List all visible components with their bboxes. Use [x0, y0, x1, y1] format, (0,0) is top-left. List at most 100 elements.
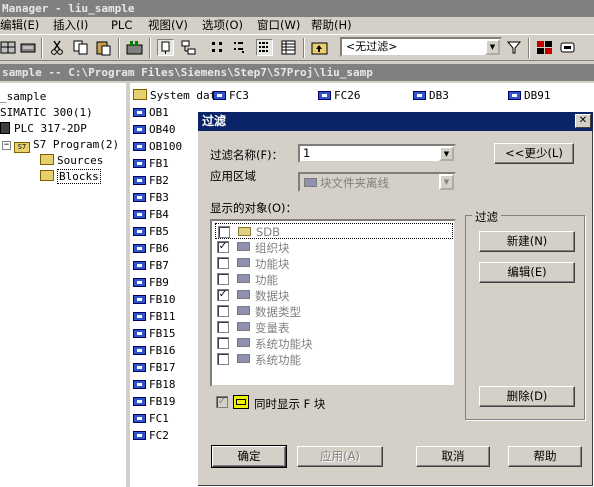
block-list-item[interactable]: FB2 [133, 173, 169, 188]
object-item[interactable]: 功能 [215, 271, 453, 287]
ok-button[interactable]: 确定 [211, 445, 287, 468]
filter-name-select[interactable]: 1 ▼ [298, 144, 456, 163]
help-button[interactable]: 帮助 [508, 446, 582, 467]
details-view-icon[interactable] [280, 39, 297, 56]
block-name: FB4 [149, 208, 169, 221]
block-list-item[interactable]: System data [133, 88, 223, 103]
list-view-icon[interactable] [256, 39, 273, 56]
block-list-item[interactable]: FC2 [133, 428, 169, 443]
object-checkbox[interactable] [218, 226, 230, 238]
object-item[interactable]: 功能块 [215, 255, 453, 271]
tree-item-program[interactable]: − S7 S7 Program(2) [2, 137, 119, 153]
menu-view[interactable]: 视图(V) [148, 17, 188, 34]
network-icon[interactable] [180, 39, 197, 56]
block-list-item[interactable]: FB6 [133, 241, 169, 256]
block-list-item[interactable]: FC3 [213, 88, 249, 103]
tree-item-label: Sources [57, 154, 104, 167]
menu-options[interactable]: 选项(O) [202, 17, 243, 34]
memory-card-icon[interactable] [19, 39, 36, 56]
object-label: 数据类型 [255, 305, 301, 319]
filter-name-label: 过滤名称(F)： [210, 148, 284, 162]
edit-button[interactable]: 编辑(E) [479, 262, 575, 283]
filter-group-label: 过滤 [472, 209, 501, 225]
block-list-item[interactable]: DB3 [413, 88, 449, 103]
hardware-icon[interactable] [536, 39, 553, 56]
filter-icon[interactable] [506, 39, 523, 56]
block-list-item[interactable]: OB100 [133, 139, 182, 154]
copy-icon[interactable] [72, 39, 89, 56]
menu-insert[interactable]: 插入(I) [53, 17, 88, 34]
block-list-item[interactable]: DB91 [508, 88, 551, 103]
show-f-checkbox[interactable]: ✓ [216, 396, 228, 408]
block-list-item[interactable]: FB18 [133, 377, 176, 392]
small-icons-icon[interactable] [232, 39, 249, 56]
block-name: OB40 [149, 123, 176, 136]
chevron-down-icon[interactable]: ▼ [485, 39, 500, 55]
tree-item-label: Blocks [57, 169, 101, 184]
delete-button[interactable]: 删除(D) [479, 386, 575, 407]
block-list-item[interactable]: OB1 [133, 105, 169, 120]
object-checkbox[interactable] [217, 321, 229, 333]
block-list-item[interactable]: FC1 [133, 411, 169, 426]
paste-icon[interactable] [95, 39, 112, 56]
object-item[interactable]: 系统功能 [215, 351, 453, 367]
object-checkbox[interactable] [217, 305, 229, 317]
block-list-item[interactable]: FB17 [133, 360, 176, 375]
object-checkbox[interactable]: ✓ [217, 241, 229, 253]
block-list-item[interactable]: FB9 [133, 275, 169, 290]
block-list-item[interactable]: OB40 [133, 122, 176, 137]
grid-icon[interactable] [0, 39, 17, 56]
object-item[interactable]: SDB [215, 223, 453, 239]
program-icon: S7 [14, 142, 30, 153]
download-icon[interactable] [126, 39, 143, 56]
block-list-item[interactable]: FB3 [133, 190, 169, 205]
area-select[interactable]: 块文件夹离线 ▼ [298, 172, 456, 192]
tree-item-project[interactable]: _sample [0, 89, 46, 104]
menu-help[interactable]: 帮助(H) [311, 17, 352, 34]
block-list-item[interactable]: FB5 [133, 224, 169, 239]
menu-window[interactable]: 窗口(W) [257, 17, 300, 34]
tree-item-sources[interactable]: Sources [40, 153, 103, 168]
block-list-item[interactable]: FC26 [318, 88, 361, 103]
block-name: FB15 [149, 327, 176, 340]
block-list-item[interactable]: FB10 [133, 292, 176, 307]
object-checkbox[interactable] [217, 353, 229, 365]
object-checkbox[interactable]: ✓ [217, 289, 229, 301]
tree-item-station[interactable]: SIMATIC 300(1) [0, 105, 93, 120]
block-list-item[interactable]: FB19 [133, 394, 176, 409]
object-item[interactable]: 变量表 [215, 319, 453, 335]
block-name: OB1 [149, 106, 169, 119]
cut-icon[interactable] [49, 39, 66, 56]
menu-edit[interactable]: 编辑(E) [0, 17, 39, 34]
block-icon [237, 290, 250, 299]
object-item[interactable]: 数据类型 [215, 303, 453, 319]
block-list-item[interactable]: FB7 [133, 258, 169, 273]
less-button[interactable]: <<更少(L) [494, 143, 574, 164]
new-button[interactable]: 新建(N) [479, 231, 575, 252]
filter-select[interactable]: <无过滤> ▼ [340, 37, 502, 57]
block-list-item[interactable]: FB16 [133, 343, 176, 358]
netpro-icon[interactable] [559, 39, 576, 56]
block-list-item[interactable]: FB4 [133, 207, 169, 222]
block-list-item[interactable]: FB11 [133, 309, 176, 324]
cancel-button[interactable]: 取消 [416, 446, 490, 467]
object-checkbox[interactable] [217, 257, 229, 269]
up-folder-icon[interactable] [311, 39, 328, 56]
online-icon[interactable] [157, 39, 174, 56]
block-list-item[interactable]: FB1 [133, 156, 169, 171]
object-item[interactable]: ✓ 组织块 [215, 239, 453, 255]
large-icons-icon[interactable] [209, 39, 226, 56]
chevron-down-icon[interactable]: ▼ [439, 146, 454, 161]
close-icon[interactable]: ✕ [575, 114, 591, 128]
object-checkbox[interactable] [217, 337, 229, 349]
tree-item-blocks[interactable]: Blocks [40, 169, 101, 184]
collapse-icon[interactable]: − [2, 141, 11, 150]
chevron-down-icon[interactable]: ▼ [439, 174, 454, 190]
menu-plc[interactable]: PLC [111, 17, 132, 34]
apply-button[interactable]: 应用(A) [297, 446, 383, 467]
object-item[interactable]: ✓ 数据块 [215, 287, 453, 303]
object-checkbox[interactable] [217, 273, 229, 285]
block-list-item[interactable]: FB15 [133, 326, 176, 341]
tree-item-cpu[interactable]: PLC 317-2DP [0, 121, 87, 136]
object-item[interactable]: 系统功能块 [215, 335, 453, 351]
